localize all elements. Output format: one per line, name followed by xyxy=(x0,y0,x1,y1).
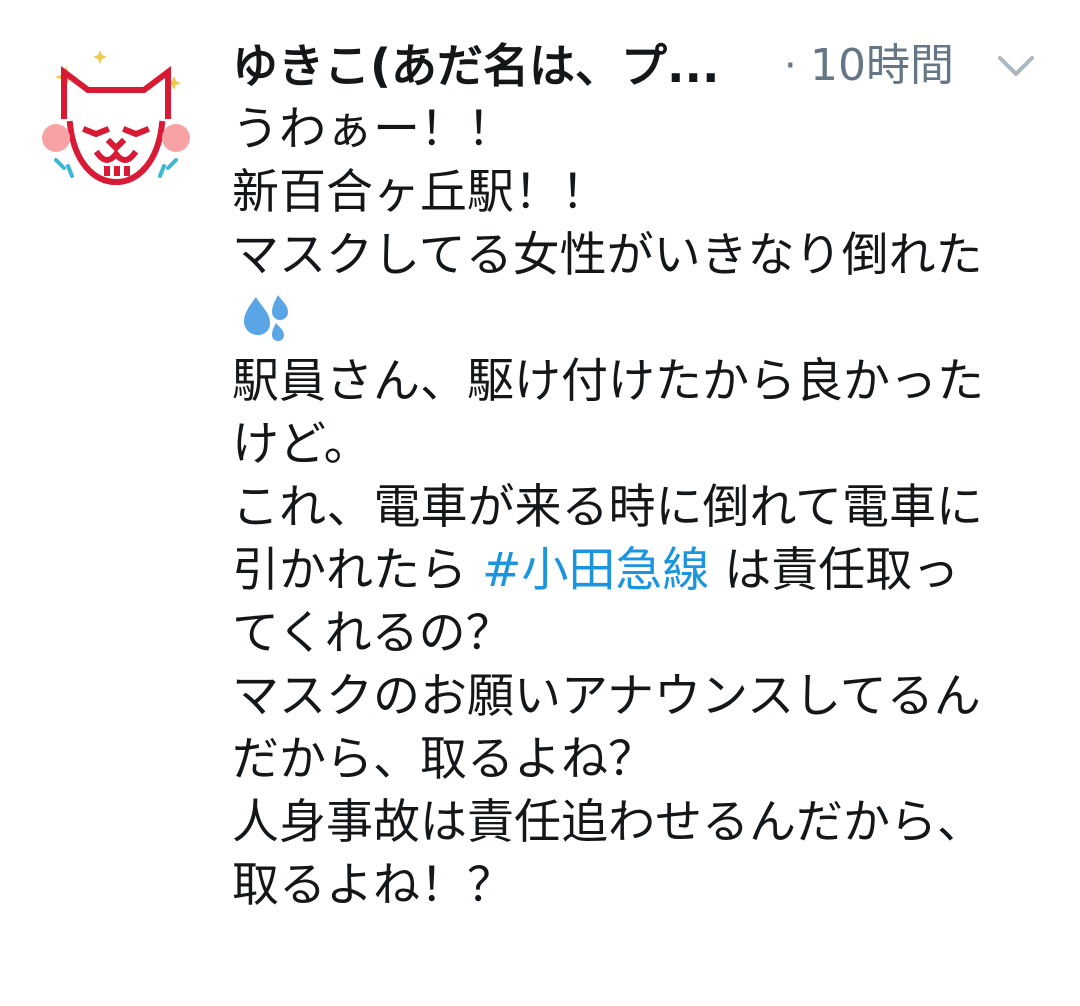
tweet-text-fragment: 引かれたら xyxy=(232,543,482,598)
tweet-line: 人身事故は責任追わせるんだから、 xyxy=(232,795,984,850)
tweet-line: マスクのお願いアナウンスしてるん xyxy=(232,669,981,724)
tweet-line: 引かれたら #小田急線 は責任取っ xyxy=(232,539,1062,602)
tweet-text: うわぁー！！ 新百合ヶ丘駅！！ マスクしてる女性がいきなり倒れた 駅員さん、駆け… xyxy=(232,98,1062,917)
tweet-header: ゆきこ(あだ名は、プ... · 10時間 xyxy=(232,36,1052,96)
tweet-line: マスクしてる女性がいきなり倒れた xyxy=(232,228,983,283)
hashtag-link[interactable]: #小田急線 xyxy=(482,543,709,598)
tweet-text-fragment: は責任取っ xyxy=(709,543,960,598)
tweet-line: うわぁー！！ xyxy=(232,102,514,157)
display-name[interactable]: ゆきこ(あだ名は、プ... xyxy=(232,36,772,96)
tweet-line xyxy=(232,287,1062,350)
cat-face-icon xyxy=(42,50,190,186)
tweet[interactable]: ゆきこ(あだ名は、プ... · 10時間 うわぁー！！ 新百合ヶ丘駅！！ マスク… xyxy=(0,0,1080,1006)
tweet-line: 駅員さん、駆け付けたから良かった xyxy=(232,354,984,409)
sweat-droplets-icon xyxy=(244,295,288,341)
tweet-line: 新百合ヶ丘駅！！ xyxy=(232,165,608,220)
avatar[interactable] xyxy=(34,42,198,206)
tweet-line: これ、電車が来る時に倒れて電車に xyxy=(232,480,984,535)
tweet-line: けど。 xyxy=(232,417,371,472)
tweet-line: てくれるの？ xyxy=(232,606,513,661)
meta-separator: · xyxy=(784,43,797,89)
timestamp[interactable]: 10時間 xyxy=(810,36,954,96)
tweet-line: 取るよね！？ xyxy=(232,858,514,913)
chevron-down-icon[interactable] xyxy=(994,48,1038,82)
tweet-line: だから、取るよね？ xyxy=(232,732,655,787)
